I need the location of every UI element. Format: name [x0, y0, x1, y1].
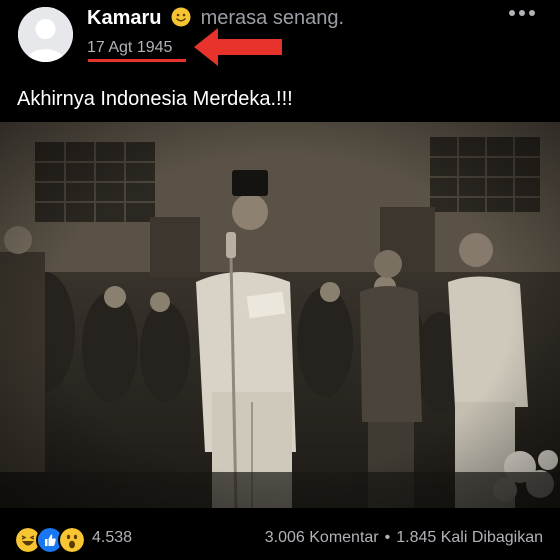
feeling-text: merasa senang. — [200, 7, 345, 29]
annotation-underline — [88, 59, 186, 62]
author-line: Kamaru merasa senang. — [87, 6, 344, 30]
author-name[interactable]: Kamaru — [87, 7, 161, 29]
comment-count[interactable]: 3.006 Komentar — [265, 529, 379, 546]
smile-emoji-icon — [171, 7, 191, 27]
post-date[interactable]: 17 Agt 1945 — [87, 38, 172, 58]
share-count[interactable]: 1.845 Kali Dibagikan — [396, 529, 543, 546]
red-arrow-icon — [194, 28, 282, 66]
wow-reaction-icon — [58, 526, 86, 554]
post-text: Akhirnya Indonesia Merdeka.!!! — [17, 88, 293, 110]
post-header: Kamaru merasa senang. 17 Agt 1945 — [0, 0, 560, 70]
avatar[interactable] — [18, 7, 73, 62]
proclamation-photo — [0, 122, 560, 508]
engagement-stats: 3.006 Komentar • 1.845 Kali Dibagikan — [265, 527, 543, 549]
post-footer: 4.538 3.006 Komentar • 1.845 Kali Dibagika… — [0, 510, 560, 560]
separator-dot: • — [384, 529, 391, 546]
more-options-icon[interactable] — [509, 10, 535, 20]
post-photo[interactable] — [0, 122, 560, 508]
reaction-count[interactable]: 4.538 — [92, 527, 132, 549]
default-avatar-icon — [18, 7, 73, 62]
